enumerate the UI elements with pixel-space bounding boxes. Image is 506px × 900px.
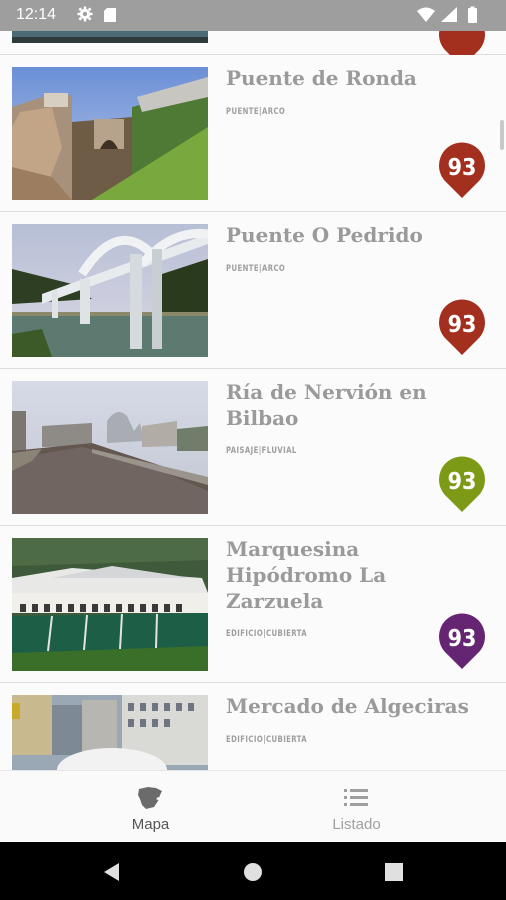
place-thumbnail xyxy=(12,67,208,200)
place-title: Puente O Pedrido xyxy=(226,223,423,247)
scrollbar[interactable] xyxy=(500,120,504,150)
score-pin: 93 xyxy=(437,141,487,199)
place-list[interactable]: Puente de Ronda PUENTE|ARCO 93 Puente O … xyxy=(0,31,506,770)
nav-list-label: Listado xyxy=(332,816,381,833)
system-status-icons xyxy=(417,6,477,23)
list-icon xyxy=(344,789,368,806)
home-icon[interactable] xyxy=(242,861,264,883)
battery-icon xyxy=(468,8,477,23)
status-bar: 12:14 xyxy=(0,0,506,31)
system-navigation-bar xyxy=(0,842,506,900)
place-title: Mercado de Algeciras xyxy=(226,694,469,718)
score-pin: 93 xyxy=(437,298,487,356)
place-category: PAISAJE|FLUVIAL xyxy=(226,446,297,456)
settings-icon xyxy=(77,6,93,22)
wifi-icon xyxy=(417,7,435,22)
place-thumbnail xyxy=(12,538,208,671)
score-pin: 93 xyxy=(437,455,487,513)
spain-map-icon xyxy=(138,787,162,809)
score-value: 93 xyxy=(448,312,477,338)
score-value: 93 xyxy=(448,155,477,181)
place-category: PUENTE|ARCO xyxy=(226,264,286,274)
place-category: EDIFICIO|CUBIERTA xyxy=(226,735,307,745)
list-item-previous[interactable] xyxy=(0,31,506,67)
place-thumbnail xyxy=(12,381,208,514)
place-thumbnail xyxy=(12,224,208,357)
place-category: EDIFICIO|CUBIERTA xyxy=(226,629,307,639)
nav-list-tab[interactable]: Listado xyxy=(230,771,483,843)
list-item[interactable]: Ría de Nervión en Bilbao PAISAJE|FLUVIAL… xyxy=(0,369,506,526)
place-thumbnail xyxy=(12,31,208,43)
place-thumbnail xyxy=(12,695,208,770)
list-item[interactable]: Puente O Pedrido PUENTE|ARCO 93 xyxy=(0,212,506,369)
place-category: PUENTE|ARCO xyxy=(226,107,286,117)
sd-card-icon xyxy=(104,8,116,22)
score-value: 93 xyxy=(448,469,477,495)
status-time: 12:14 xyxy=(16,6,57,23)
back-icon[interactable] xyxy=(101,861,123,883)
score-pin: 93 xyxy=(437,612,487,670)
recents-icon[interactable] xyxy=(383,861,405,883)
list-item[interactable]: Mercado de Algeciras EDIFICIO|CUBIERTA xyxy=(0,683,506,770)
list-item[interactable]: Marquesina Hipódromo La Zarzuela EDIFICI… xyxy=(0,526,506,683)
place-title: Marquesina Hipódromo La Zarzuela xyxy=(226,537,387,613)
score-value: 93 xyxy=(448,626,477,652)
list-item[interactable]: Puente de Ronda PUENTE|ARCO 93 xyxy=(0,55,506,212)
signal-icon xyxy=(441,7,457,22)
place-title: Puente de Ronda xyxy=(226,66,417,90)
bottom-navigation: Mapa Listado xyxy=(0,770,506,843)
place-title: Ría de Nervión en Bilbao xyxy=(226,380,427,430)
